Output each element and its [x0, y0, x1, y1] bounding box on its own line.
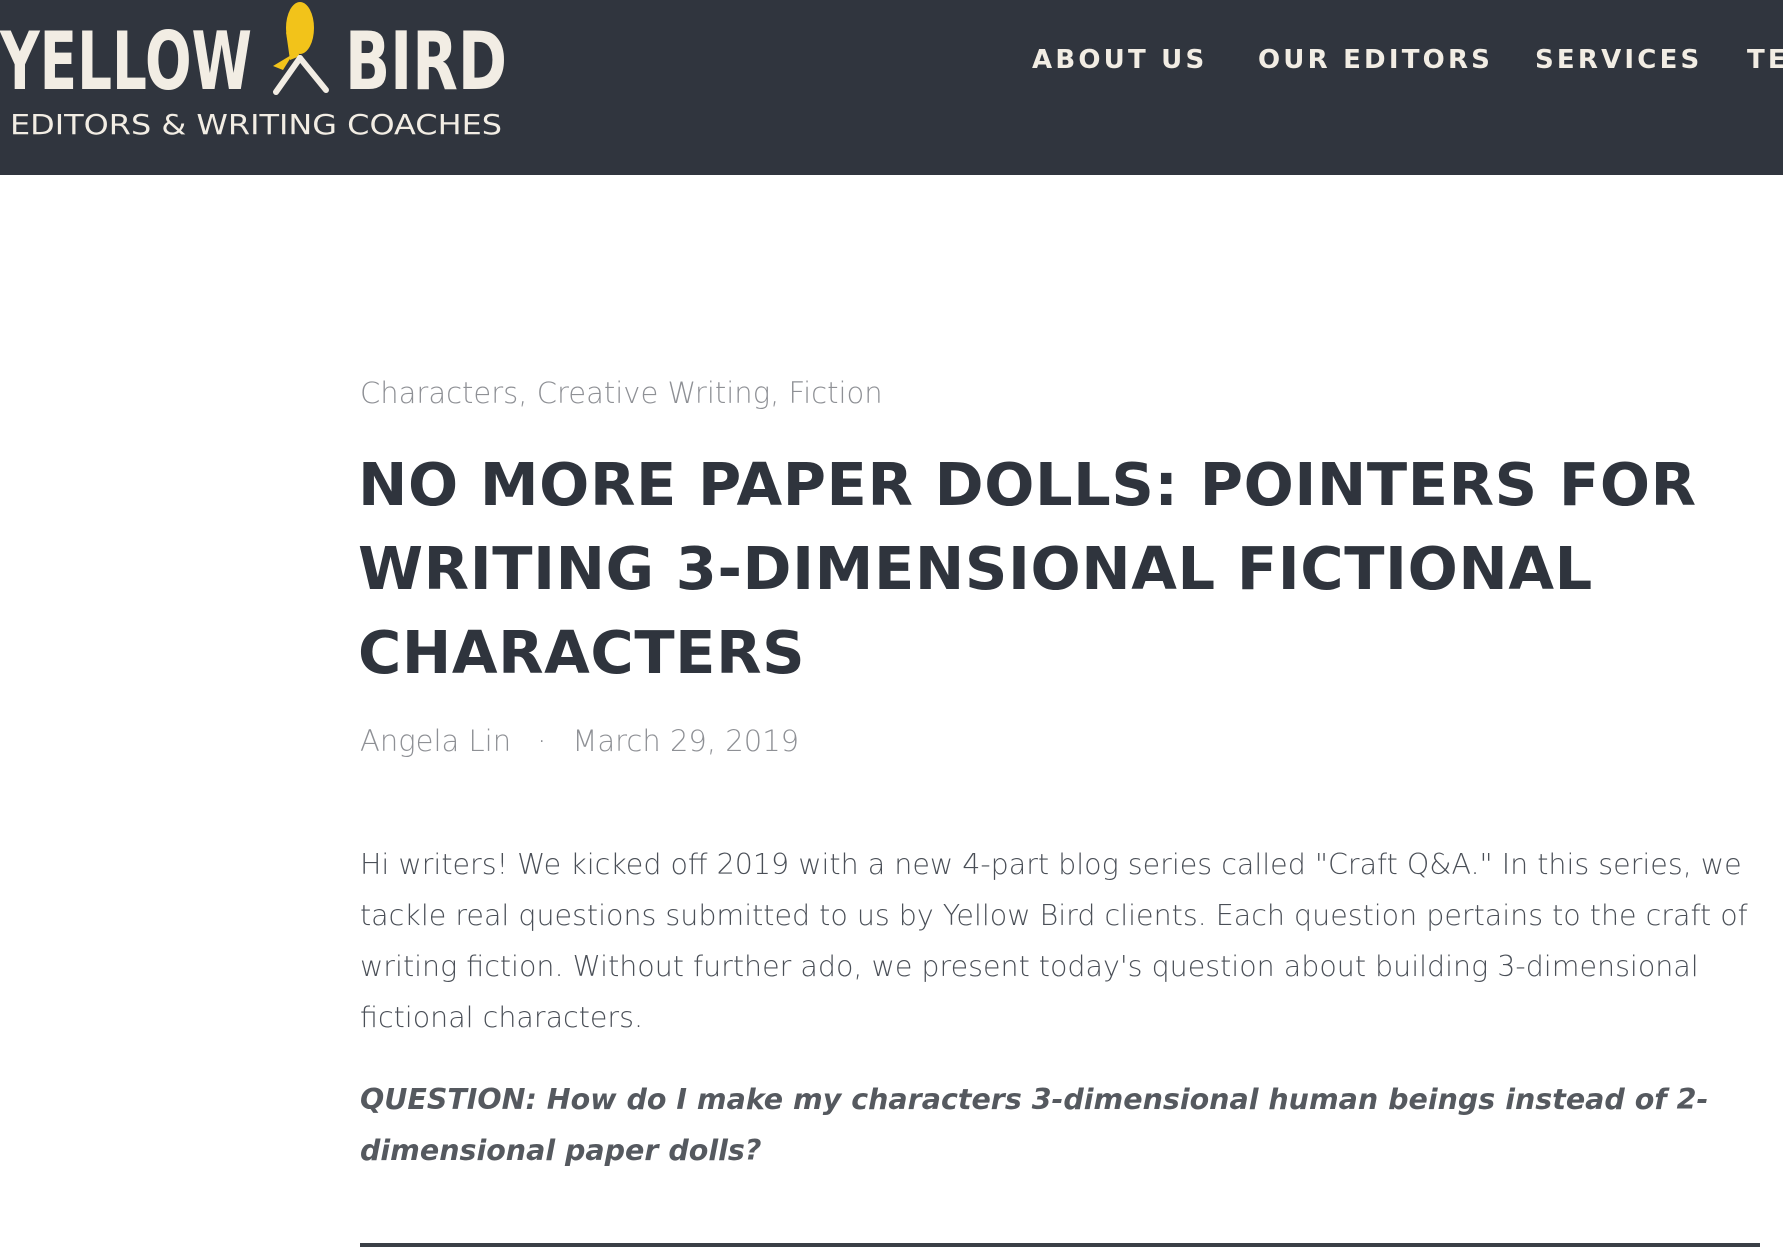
post-question: QUESTION: How do I make my characters 3-…	[360, 1083, 1709, 1167]
post-date: March 29, 2019	[572, 724, 800, 758]
category-link-creative-writing[interactable]: Creative Writing	[537, 376, 770, 410]
nav-about-us[interactable]: ABOUT US	[1032, 44, 1207, 76]
nav-services[interactable]: SERVICES	[1535, 44, 1702, 76]
category-link-characters[interactable]: Characters	[360, 376, 518, 410]
nav-our-editors[interactable]: OUR EDITORS	[1258, 44, 1493, 76]
yellow-bird-logo[interactable]: YELLOW BIRD EDITORS & WRITING COACHES	[0, 0, 520, 175]
category-separator: ,	[770, 376, 789, 410]
category-link-fiction[interactable]: Fiction	[789, 376, 883, 410]
meta-separator: ·	[537, 724, 547, 758]
logo-tagline: EDITORS & WRITING COACHES	[10, 108, 502, 141]
content-divider	[360, 1243, 1760, 1247]
main-nav: ABOUT US OUR EDITORS SERVICES TE	[0, 44, 1783, 76]
nav-truncated-item[interactable]: TE	[1747, 44, 1783, 76]
post-title: NO MORE PAPER DOLLS: POINTERS FOR WRITIN…	[358, 450, 1697, 687]
post-intro-paragraph: Hi writers! We kicked off 2019 with a ne…	[360, 848, 1748, 1034]
post-author[interactable]: Angela Lin	[360, 724, 511, 758]
post-categories: Characters, Creative Writing, Fiction	[360, 373, 1660, 413]
site-header: YELLOW BIRD EDITORS & WRITING COACHES AB…	[0, 0, 1783, 175]
category-separator: ,	[518, 376, 537, 410]
post-meta: Angela Lin · March 29, 2019	[360, 721, 1160, 761]
